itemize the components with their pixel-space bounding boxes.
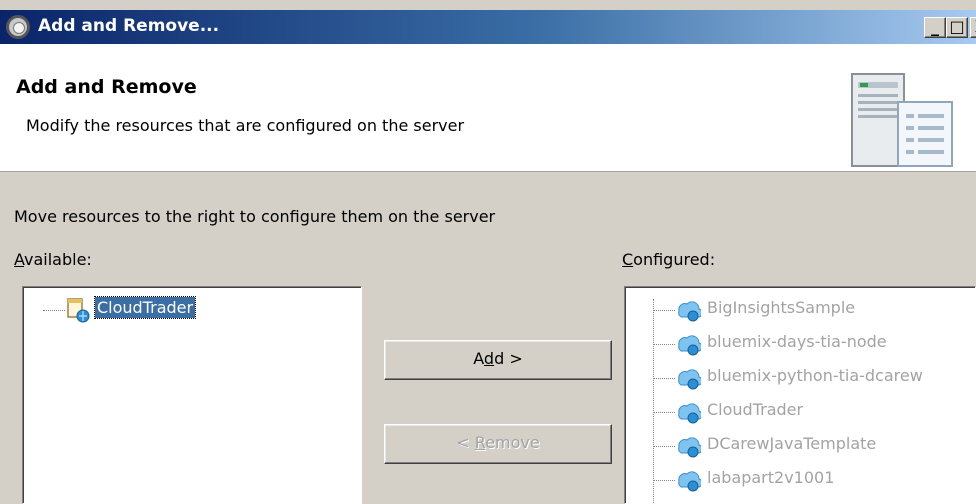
tree-connector	[653, 344, 675, 345]
remove-button-mnemonic: R	[474, 433, 486, 452]
add-button[interactable]: Add >	[384, 340, 612, 380]
cloud-app-icon	[678, 369, 701, 390]
project-icon	[67, 298, 90, 323]
add-button-post: d >	[494, 349, 523, 368]
configured-item-label[interactable]: bluemix-python-tia-dcarew	[707, 366, 923, 385]
cloud-app-icon	[678, 437, 701, 458]
configured-list[interactable]: BigInsightsSample bluemix-days-tia-node …	[624, 286, 976, 504]
tree-connector	[653, 310, 675, 311]
cloud-app-icon	[678, 335, 701, 356]
cloud-app-icon	[678, 403, 701, 424]
tree-connector	[653, 446, 675, 447]
cloud-app-icon	[678, 471, 701, 492]
configured-item-label[interactable]: DCarewJavaTemplate	[707, 434, 876, 453]
page-title: Add and Remove	[16, 76, 197, 98]
list-item[interactable]: CloudTrader	[43, 293, 343, 327]
cloud-app-icon	[678, 301, 701, 322]
window-title: Add and Remove...	[38, 16, 220, 36]
server-icon	[851, 73, 953, 167]
tree-connector	[653, 412, 675, 413]
list-item[interactable]: bluemix-python-tia-dcarew	[653, 361, 975, 395]
remove-button-pre: <	[456, 433, 475, 452]
instruction-text: Move resources to the right to configure…	[14, 207, 496, 226]
configured-label: Configured:	[622, 250, 715, 269]
maximize-button[interactable]: □	[946, 17, 968, 38]
configured-label-rest: onfigured:	[633, 250, 716, 269]
list-item[interactable]: labapart2v1001	[653, 463, 975, 497]
tree-connector	[653, 480, 675, 481]
configured-item-label[interactable]: labapart2v1001	[707, 468, 834, 487]
list-item[interactable]: DCarewJavaTemplate	[653, 429, 975, 463]
list-item[interactable]: CloudTrader	[653, 395, 975, 429]
configured-item-label[interactable]: BigInsightsSample	[707, 298, 855, 317]
available-label-mnemonic: A	[14, 250, 25, 269]
configured-item-label[interactable]: CloudTrader	[707, 400, 803, 419]
available-label-rest: vailable:	[24, 250, 92, 269]
list-item[interactable]: BigInsightsSample	[653, 293, 975, 327]
page-description: Modify the resources that are configured…	[26, 116, 465, 135]
available-item-label[interactable]: CloudTrader	[93, 296, 197, 319]
title-bar: Add and Remove... _ □ X	[0, 10, 976, 44]
minimize-button[interactable]: _	[924, 17, 946, 38]
add-button-pre: A	[473, 349, 484, 368]
configured-label-mnemonic: C	[622, 250, 634, 269]
remove-button[interactable]: < Remove	[384, 424, 612, 464]
tree-connector	[43, 310, 65, 311]
configured-item-label[interactable]: bluemix-days-tia-node	[707, 332, 887, 351]
close-button[interactable]: X	[970, 17, 976, 38]
available-label: Available:	[14, 250, 92, 269]
list-item[interactable]: bluemix-days-tia-node	[653, 327, 975, 361]
available-list[interactable]: CloudTrader	[22, 286, 362, 504]
add-button-mnemonic: d	[483, 349, 495, 368]
remove-button-post: emove	[485, 433, 540, 452]
tree-connector	[653, 378, 675, 379]
gear-icon	[6, 15, 30, 39]
wizard-header: Add and Remove Modify the resources that…	[0, 44, 976, 172]
